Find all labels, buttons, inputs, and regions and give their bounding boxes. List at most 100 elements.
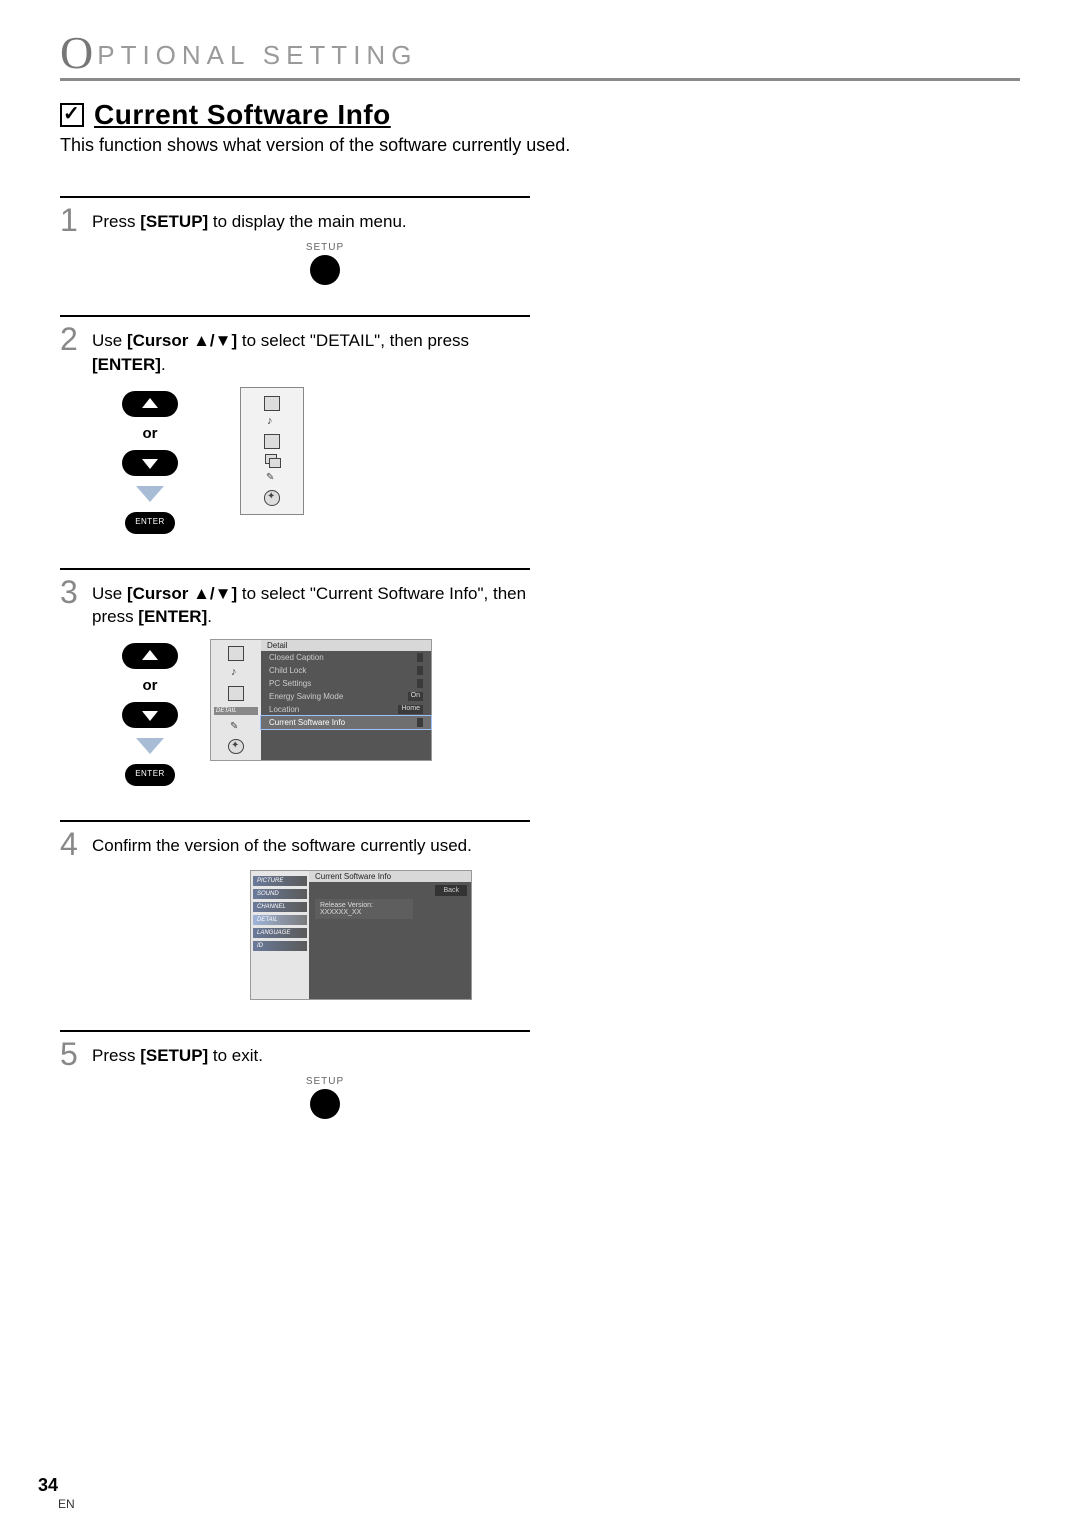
menu-item: Closed Caption — [261, 651, 431, 664]
page-language: EN — [58, 1497, 75, 1511]
page-header: O PTIONAL SETTING — [60, 30, 1020, 81]
tv-menu-screenshot: DETAIL Detail Closed Caption Child Lock — [210, 639, 432, 761]
remote-setup-button: SETUP — [120, 1076, 530, 1119]
menu-item: Child Lock — [261, 664, 431, 677]
step-number: 5 — [60, 1038, 82, 1070]
picture-icon — [264, 396, 280, 411]
tv-menu-screenshot: PICTURE SOUND CHANNEL DETAIL LANGUAGE ID… — [250, 870, 472, 1000]
step-number: 1 — [60, 204, 82, 236]
text-fragment: to exit. — [208, 1046, 263, 1065]
text-fragment: to display the main menu. — [208, 212, 406, 231]
step-1: 1 Press [SETUP] to display the main menu… — [60, 196, 530, 285]
step-5: 5 Press [SETUP] to exit. SETUP — [60, 1030, 530, 1119]
tv-menu-main: Detail Closed Caption Child Lock PC Sett… — [261, 640, 431, 760]
channel-icon — [228, 686, 244, 701]
settings-icon — [228, 739, 244, 754]
key-label: [ENTER] — [138, 607, 207, 626]
sound-icon — [229, 667, 243, 680]
cursor-up-icon — [122, 643, 178, 669]
key-label: [Cursor ▲/▼] — [127, 584, 237, 603]
menu-item-label: PC Settings — [269, 679, 311, 688]
text-fragment: to select "DETAIL", then press — [237, 331, 469, 350]
detail-icon — [265, 454, 279, 467]
cursor-up-icon — [122, 391, 178, 417]
header-capital-o: O — [60, 30, 97, 76]
round-button-icon — [310, 1089, 340, 1119]
step-2-text: Use [Cursor ▲/▼] to select "DETAIL", the… — [92, 323, 530, 377]
picture-icon — [228, 646, 244, 661]
tab-detail: DETAIL — [253, 915, 307, 925]
tab-picture: PICTURE — [253, 876, 307, 886]
text-fragment: Use — [92, 584, 127, 603]
language-icon — [265, 472, 279, 485]
channel-icon — [264, 434, 280, 449]
menu-item-selected: Current Software Info — [261, 716, 431, 729]
checkbox-icon — [60, 103, 84, 127]
tv-menu-sidebar-icons — [240, 387, 304, 515]
flow-arrow-icon — [136, 486, 164, 502]
menu-item-label: Child Lock — [269, 666, 306, 675]
tv-menu-sidebar: DETAIL — [211, 640, 261, 760]
setup-button-label: SETUP — [306, 242, 344, 253]
text-fragment: Use — [92, 331, 127, 350]
text-fragment: Press — [92, 212, 140, 231]
step-3: 3 Use [Cursor ▲/▼] to select "Current So… — [60, 568, 530, 791]
cursor-down-icon — [122, 450, 178, 476]
menu-item-label: Current Software Info — [269, 718, 345, 727]
menu-item-label: Location — [269, 705, 299, 714]
page-number: 34 — [38, 1475, 58, 1496]
enter-button-icon — [125, 764, 175, 786]
release-version-box: Release Version: XXXXXX_XX — [315, 899, 413, 919]
menu-title: Current Software Info — [309, 871, 471, 882]
step-number: 4 — [60, 828, 82, 860]
menu-item-label: Closed Caption — [269, 653, 324, 662]
detail-tab: DETAIL — [214, 707, 258, 715]
flow-arrow-icon — [136, 738, 164, 754]
step-number: 2 — [60, 323, 82, 355]
menu-item-value — [417, 653, 423, 662]
menu-item: Energy Saving Mode On — [261, 690, 431, 703]
menu-item-label: Energy Saving Mode — [269, 692, 343, 701]
step-2: 2 Use [Cursor ▲/▼] to select "DETAIL", t… — [60, 315, 530, 538]
menu-item-value: Home — [398, 705, 423, 714]
section-description: This function shows what version of the … — [60, 135, 1020, 156]
tab-language: LANGUAGE — [253, 928, 307, 938]
tab-channel: CHANNEL — [253, 902, 307, 912]
text-fragment: . — [161, 355, 166, 374]
step-1-text: Press [SETUP] to display the main menu. — [92, 204, 407, 234]
section-title-row: Current Software Info — [60, 99, 1020, 131]
key-label: [SETUP] — [140, 212, 208, 231]
menu-item-value — [417, 718, 423, 727]
menu-item-value — [417, 666, 423, 675]
manual-page: O PTIONAL SETTING Current Software Info … — [0, 0, 1080, 1526]
or-label: or — [143, 677, 158, 694]
enter-button-icon — [125, 512, 175, 534]
key-label: [SETUP] — [140, 1046, 208, 1065]
setup-button-label: SETUP — [306, 1076, 344, 1087]
section-title: Current Software Info — [94, 99, 391, 131]
remote-setup-button: SETUP — [120, 242, 530, 285]
back-button: Back — [435, 885, 467, 896]
tv-menu-sidebar: PICTURE SOUND CHANNEL DETAIL LANGUAGE ID — [251, 871, 309, 999]
header-rest: PTIONAL SETTING — [97, 40, 417, 71]
settings-icon — [264, 490, 280, 505]
menu-item: PC Settings — [261, 677, 431, 690]
tv-menu-main: Current Software Info Back Release Versi… — [309, 871, 471, 999]
release-version-label: Release Version: — [320, 902, 408, 909]
sound-icon — [265, 416, 279, 429]
cursor-down-icon — [122, 702, 178, 728]
menu-item: Location Home — [261, 703, 431, 716]
menu-title: Detail — [261, 640, 431, 651]
step-3-text: Use [Cursor ▲/▼] to select "Current Soft… — [92, 576, 530, 630]
step-5-text: Press [SETUP] to exit. — [92, 1038, 263, 1068]
remote-control-diagram: or — [120, 387, 180, 538]
menu-item-value — [417, 679, 423, 688]
step-4-text: Confirm the version of the software curr… — [92, 828, 472, 858]
step-4: 4 Confirm the version of the software cu… — [60, 820, 530, 1000]
remote-control-diagram: or — [120, 639, 180, 790]
text-fragment: . — [207, 607, 212, 626]
step-number: 3 — [60, 576, 82, 608]
tab-id: ID — [253, 941, 307, 951]
or-label: or — [143, 425, 158, 442]
key-label: [ENTER] — [92, 355, 161, 374]
